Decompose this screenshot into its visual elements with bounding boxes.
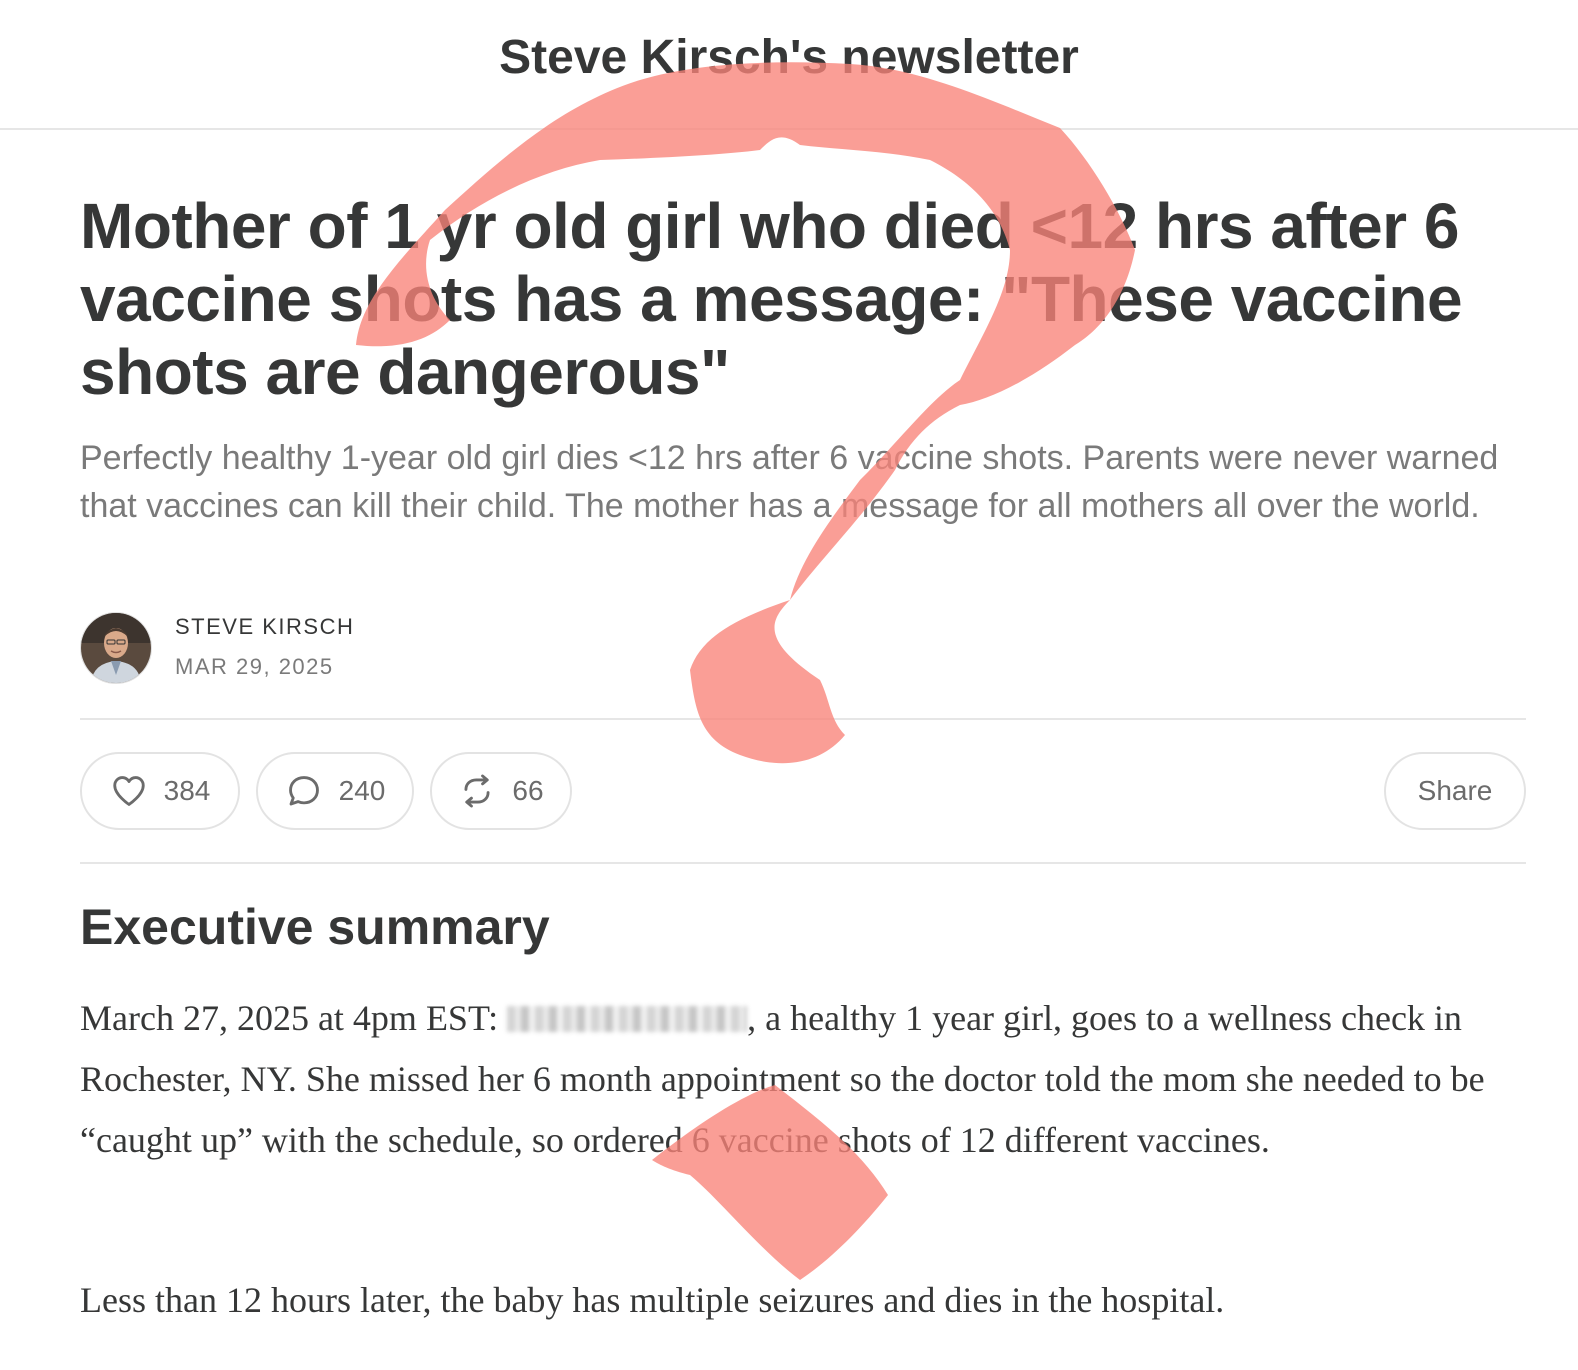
body-paragraph: Less than 12 hours later, the baby has m… <box>80 1280 1225 1320</box>
comment-count: 240 <box>338 775 386 806</box>
question-mark-stroke <box>356 62 1135 764</box>
redacted-name <box>507 1006 748 1032</box>
section-heading: Executive summary <box>80 899 550 955</box>
author-name[interactable]: STEVE KIRSCH <box>175 614 354 640</box>
body-paragraph: March 27, 2025 at 4pm EST: , a healthy 1… <box>80 988 1520 1171</box>
like-button[interactable]: 384 <box>80 752 240 830</box>
restack-icon <box>464 774 490 808</box>
divider <box>80 718 1526 720</box>
share-label: Share <box>1417 775 1493 806</box>
comment-button[interactable]: 240 <box>256 752 414 830</box>
restack-button[interactable]: 66 <box>430 752 572 830</box>
post-subtitle: Perfectly healthy 1-year old girl dies <… <box>80 439 1499 525</box>
post-title: Mother of 1 yr old girl who died <12 hrs… <box>80 190 1463 408</box>
post-date: MAR 29, 2025 <box>175 654 334 679</box>
comment-bubble-icon <box>288 776 319 806</box>
divider <box>80 862 1526 864</box>
restack-count: 66 <box>512 775 544 806</box>
publication-title[interactable]: Steve Kirsch's newsletter <box>0 30 1578 85</box>
share-button[interactable]: Share <box>1384 752 1526 830</box>
publication-header: Steve Kirsch's newsletter <box>0 0 1578 130</box>
author-avatar[interactable] <box>80 612 152 684</box>
heart-icon <box>112 776 145 806</box>
author-photo <box>81 613 151 683</box>
paragraph-text: March 27, 2025 at 4pm EST: <box>80 998 508 1038</box>
like-count: 384 <box>163 775 211 806</box>
